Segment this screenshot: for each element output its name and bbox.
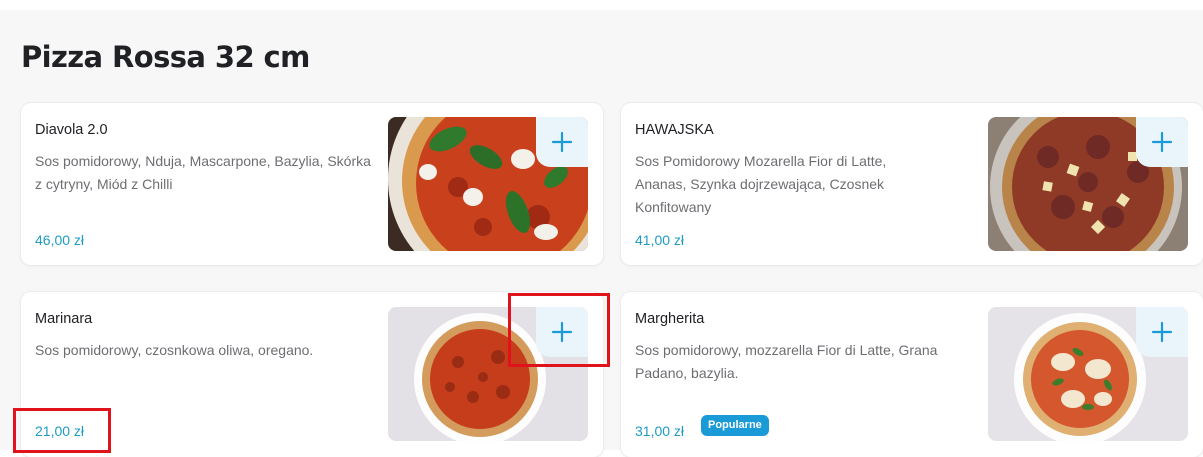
item-price: 21,00 zł: [35, 423, 85, 439]
item-name: Margherita: [635, 311, 705, 327]
add-to-cart-button[interactable]: [536, 117, 588, 167]
item-name: Diavola 2.0: [35, 122, 108, 138]
plus-icon: [1151, 131, 1173, 153]
menu-item-card-hawajska[interactable]: HAWAJSKA Sos Pomidorowy Mozarella Fior d…: [621, 103, 1203, 265]
item-description: Sos pomidorowy, Nduja, Mascarpone, Bazyl…: [35, 153, 371, 192]
plus-icon: [1151, 321, 1173, 343]
plus-icon: [551, 321, 573, 343]
item-price: 31,00 zł: [635, 423, 685, 439]
menu-item-card-diavola[interactable]: Diavola 2.0 Sos pomidorowy, Nduja, Masca…: [21, 103, 603, 265]
popular-badge: Popularne: [701, 415, 769, 436]
item-description: Sos pomidorowy, czosnkowa oliwa, oregano…: [35, 342, 314, 358]
plus-icon: [551, 131, 573, 153]
add-to-cart-button[interactable]: [536, 307, 588, 357]
item-description: Sos Pomidorowy Mozarella Fior di Latte, …: [635, 153, 887, 215]
add-to-cart-button[interactable]: [1136, 307, 1188, 357]
item-price: 41,00 zł: [635, 232, 685, 248]
section-title: Pizza Rossa 32 cm: [21, 40, 310, 74]
menu-item-card-margherita[interactable]: Margherita Sos pomidorowy, mozzarella Fi…: [621, 292, 1203, 457]
item-name: Marinara: [35, 311, 93, 327]
item-description: Sos pomidorowy, mozzarella Fior di Latte…: [635, 342, 938, 381]
menu-item-card-marinara[interactable]: Marinara Sos pomidorowy, czosnkowa oliwa…: [21, 292, 603, 457]
item-name: HAWAJSKA: [635, 122, 714, 138]
item-price: 46,00 zł: [35, 232, 85, 248]
add-to-cart-button[interactable]: [1136, 117, 1188, 167]
